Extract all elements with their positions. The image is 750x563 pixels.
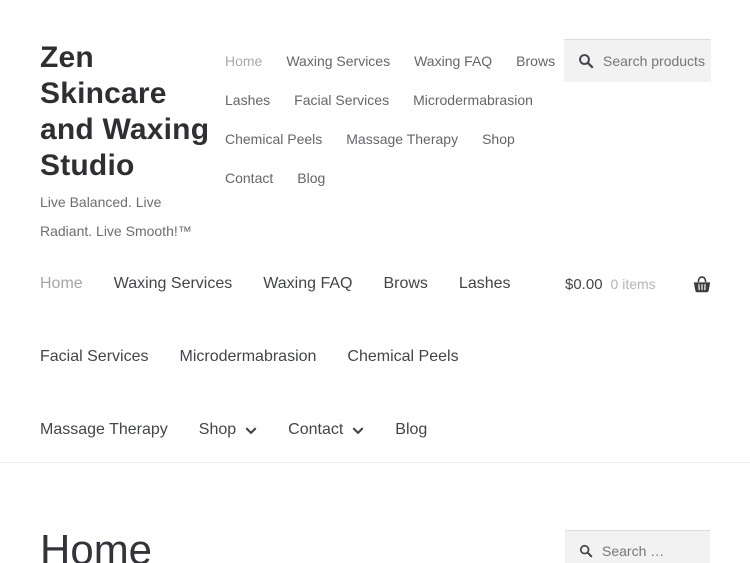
page-title: Home xyxy=(40,529,152,563)
sidebar-search xyxy=(565,530,710,563)
primary-nav-item-shop[interactable]: Shop xyxy=(199,421,257,439)
top-nav-item-waxing-faq[interactable]: Waxing FAQ xyxy=(414,53,492,69)
top-nav-item-waxing-services[interactable]: Waxing Services xyxy=(286,53,390,69)
tagline-line: Live Balanced. Live xyxy=(40,188,235,217)
product-search-input[interactable] xyxy=(603,53,711,69)
top-nav-item-blog[interactable]: Blog xyxy=(297,170,325,186)
site-title-line: Zen xyxy=(40,40,235,76)
secondary-nav-row: Chemical Peels Massage Therapy Shop xyxy=(225,119,555,158)
primary-nav-item-lashes[interactable]: Lashes xyxy=(459,275,511,293)
primary-nav-item-waxing-faq[interactable]: Waxing FAQ xyxy=(263,275,352,293)
top-nav-item-shop[interactable]: Shop xyxy=(482,131,515,147)
site-branding: Zen Skincare and Waxing Studio Live Bala… xyxy=(40,40,235,246)
top-nav-item-chemical-peels[interactable]: Chemical Peels xyxy=(225,131,322,147)
secondary-nav-row: Home Waxing Services Waxing FAQ Brows xyxy=(225,41,555,80)
chevron-down-icon xyxy=(352,425,364,437)
cart-summary[interactable]: $0.00 0 items xyxy=(565,271,712,297)
storefront-page: Zen Skincare and Waxing Studio Live Bala… xyxy=(0,0,750,563)
primary-nav-item-chemical-peels[interactable]: Chemical Peels xyxy=(347,348,458,366)
sidebar-search-input[interactable] xyxy=(602,543,710,559)
tagline-line: Radiant. Live Smooth!™ xyxy=(40,217,235,246)
cart-total: $0.00 xyxy=(565,276,603,293)
secondary-nav-row: Contact Blog xyxy=(225,158,555,197)
primary-nav-item-contact[interactable]: Contact xyxy=(288,421,364,439)
top-nav-item-lashes[interactable]: Lashes xyxy=(225,92,270,108)
top-nav-item-brows[interactable]: Brows xyxy=(516,53,555,69)
primary-nav-row: Home Waxing Services Waxing FAQ Brows La… xyxy=(40,271,542,297)
primary-nav-item-microdermabrasion[interactable]: Microdermabrasion xyxy=(179,348,316,366)
primary-nav-item-facial-services[interactable]: Facial Services xyxy=(40,348,148,366)
secondary-nav: Home Waxing Services Waxing FAQ Brows La… xyxy=(225,41,555,197)
site-title-line: Skincare xyxy=(40,76,235,112)
primary-nav-item-home[interactable]: Home xyxy=(40,275,83,293)
site-tagline: Live Balanced. Live Radiant. Live Smooth… xyxy=(40,188,235,246)
chevron-down-icon xyxy=(245,425,257,437)
cart-basket-icon xyxy=(692,275,712,294)
primary-nav-item-massage-therapy[interactable]: Massage Therapy xyxy=(40,421,168,439)
top-nav-item-facial-services[interactable]: Facial Services xyxy=(294,92,389,108)
primary-nav-item-waxing-services[interactable]: Waxing Services xyxy=(114,275,233,293)
site-title[interactable]: Zen Skincare and Waxing Studio xyxy=(40,40,235,184)
primary-nav-item-label: Shop xyxy=(199,421,236,439)
primary-nav-row: Massage Therapy Shop Contact Blog xyxy=(40,417,458,443)
secondary-nav-row: Lashes Facial Services Microdermabrasion xyxy=(225,80,555,119)
primary-nav-item-brows[interactable]: Brows xyxy=(383,275,427,293)
product-search xyxy=(564,39,711,82)
search-icon xyxy=(579,544,593,558)
primary-nav-item-label: Contact xyxy=(288,421,343,439)
site-title-line: Studio xyxy=(40,148,235,184)
cart-item-count: 0 items xyxy=(611,276,656,292)
top-nav-item-massage-therapy[interactable]: Massage Therapy xyxy=(346,131,458,147)
site-title-line: and Waxing xyxy=(40,112,235,148)
primary-nav-row: Facial Services Microdermabrasion Chemic… xyxy=(40,344,490,370)
primary-nav-item-blog[interactable]: Blog xyxy=(395,421,427,439)
top-nav-item-home[interactable]: Home xyxy=(225,53,262,69)
search-icon xyxy=(578,53,594,69)
top-nav-item-contact[interactable]: Contact xyxy=(225,170,273,186)
header-divider xyxy=(0,462,750,463)
top-nav-item-microdermabrasion[interactable]: Microdermabrasion xyxy=(413,92,533,108)
